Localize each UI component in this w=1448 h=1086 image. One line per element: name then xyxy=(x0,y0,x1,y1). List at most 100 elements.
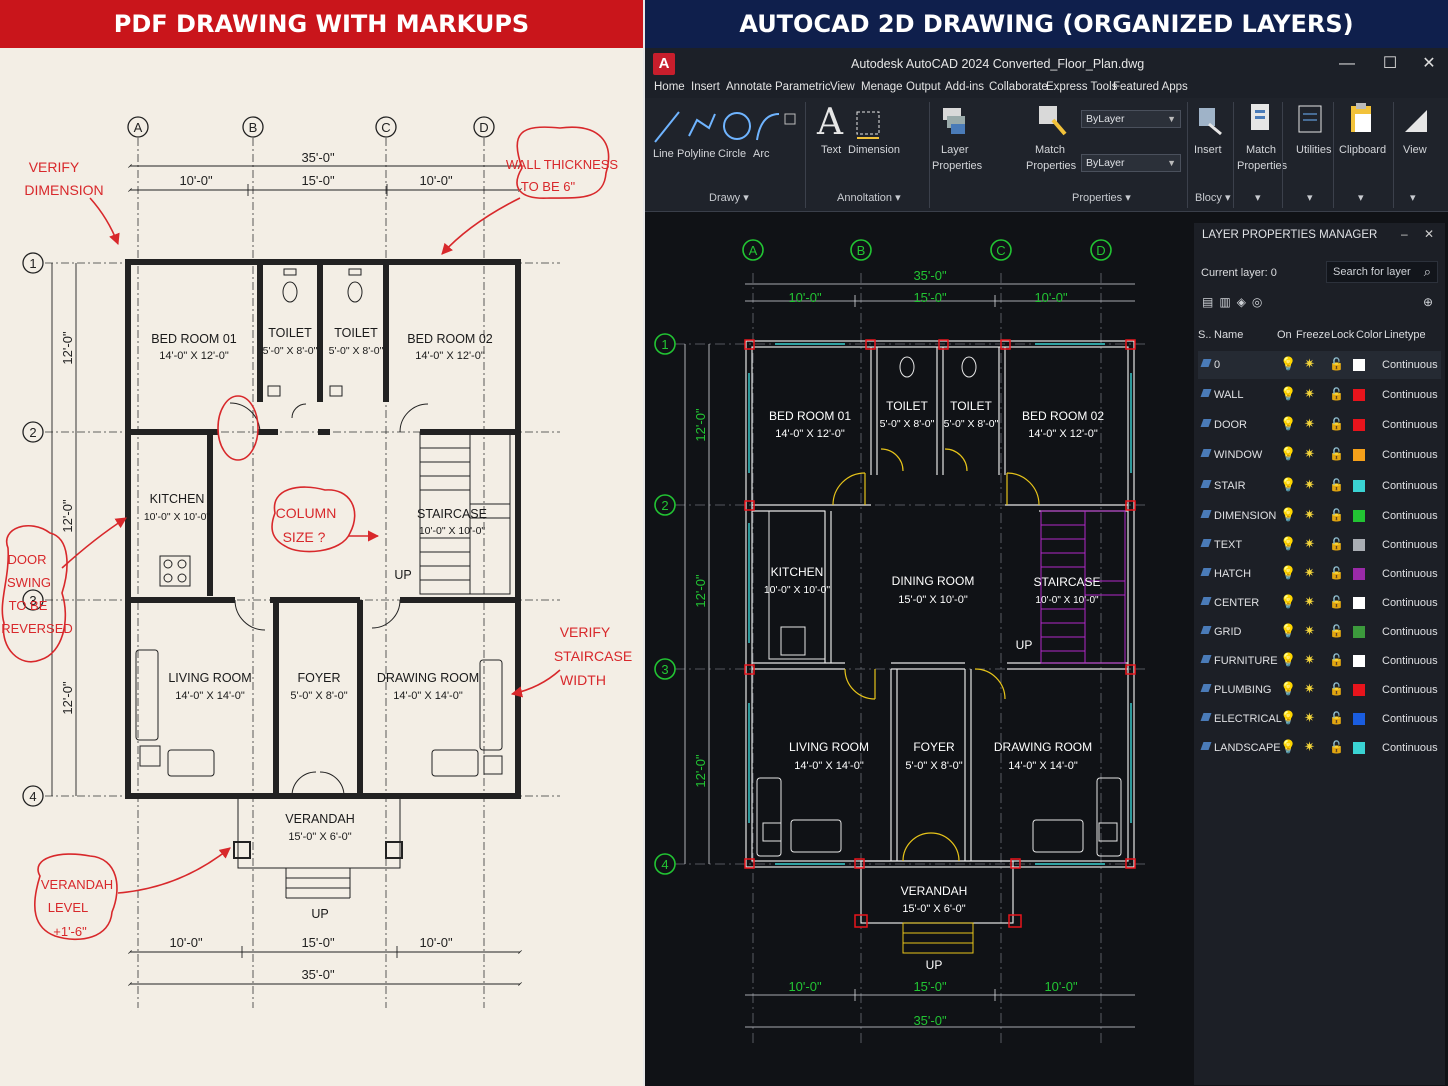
sun-icon[interactable]: ✷ xyxy=(1304,446,1315,462)
unlock-icon[interactable]: 🔓 xyxy=(1329,447,1344,461)
lightbulb-icon[interactable]: 💡 xyxy=(1280,739,1296,755)
tab-collaborate[interactable]: Collaborate xyxy=(989,81,1048,93)
col-lock[interactable]: Lock xyxy=(1331,329,1354,341)
layer-properties-button-1[interactable]: Layer xyxy=(941,144,969,156)
col-freeze[interactable]: Freeze xyxy=(1296,329,1330,341)
match-properties-button-1[interactable]: Match xyxy=(1035,144,1065,156)
tab-insert[interactable]: Insert xyxy=(691,81,720,93)
unlock-icon[interactable]: 🔓 xyxy=(1329,478,1344,492)
sun-icon[interactable]: ✷ xyxy=(1304,565,1315,581)
refresh-icon[interactable]: ⊕ xyxy=(1423,295,1433,309)
lightbulb-icon[interactable]: 💡 xyxy=(1280,623,1296,639)
layer-row[interactable]: DIMENSION 💡 ✷ 🔓 Continuous xyxy=(1198,502,1441,530)
layer-row[interactable]: GRID 💡 ✷ 🔓 Continuous xyxy=(1198,618,1441,646)
close-button[interactable]: ✕ xyxy=(1417,54,1441,74)
set-current-icon[interactable]: ◎ xyxy=(1252,295,1268,309)
layer-row[interactable]: TEXT 💡 ✷ 🔓 Continuous xyxy=(1198,531,1441,559)
lightbulb-icon[interactable]: 💡 xyxy=(1280,507,1296,523)
unlock-icon[interactable]: 🔓 xyxy=(1329,653,1344,667)
layer-color-swatch[interactable] xyxy=(1353,568,1365,580)
chevron-down-icon[interactable]: ▾ xyxy=(1410,191,1416,204)
draw-group-label[interactable]: Drawy ▾ xyxy=(709,191,749,204)
layer-color-swatch[interactable] xyxy=(1353,713,1365,725)
layer-linetype[interactable]: Continuous xyxy=(1382,742,1438,754)
layer-linetype[interactable]: Continuous xyxy=(1382,480,1438,492)
sun-icon[interactable]: ✷ xyxy=(1304,623,1315,639)
lightbulb-icon[interactable]: 💡 xyxy=(1280,356,1296,372)
unlock-icon[interactable]: 🔓 xyxy=(1329,508,1344,522)
match-properties-2-button-1[interactable]: Match xyxy=(1246,144,1276,156)
layer-row[interactable]: LANDSCAPE 💡 ✷ 🔓 Continuous xyxy=(1198,734,1441,762)
layer-row[interactable]: STAIR 💡 ✷ 🔓 Continuous xyxy=(1198,472,1441,500)
col-name[interactable]: Name xyxy=(1214,329,1243,341)
tab-parametric[interactable]: Parametric xyxy=(775,81,831,93)
view-button[interactable]: View xyxy=(1403,144,1427,156)
sun-icon[interactable]: ✷ xyxy=(1304,739,1315,755)
layer-color-swatch[interactable] xyxy=(1353,419,1365,431)
maximize-button[interactable]: ☐ xyxy=(1378,54,1402,74)
layer-row[interactable]: FURNITURE 💡 ✷ 🔓 Continuous xyxy=(1198,647,1441,675)
layer-linetype[interactable]: Continuous xyxy=(1382,419,1438,431)
sun-icon[interactable]: ✷ xyxy=(1304,416,1315,432)
layer-linetype[interactable]: Continuous xyxy=(1382,597,1438,609)
annotation-group-label[interactable]: Annoltation ▾ xyxy=(837,191,901,204)
tab-output[interactable]: Output xyxy=(906,81,941,93)
layer-color-swatch[interactable] xyxy=(1353,480,1365,492)
layer-color-swatch[interactable] xyxy=(1353,389,1365,401)
lineweight-dropdown[interactable]: ByLayer ▼ xyxy=(1081,154,1181,172)
layer-linetype[interactable]: Continuous xyxy=(1382,713,1438,725)
lightbulb-icon[interactable]: 💡 xyxy=(1280,652,1296,668)
sun-icon[interactable]: ✷ xyxy=(1304,536,1315,552)
unlock-icon[interactable]: 🔓 xyxy=(1329,740,1344,754)
lightbulb-icon[interactable]: 💡 xyxy=(1280,536,1296,552)
layer-color-swatch[interactable] xyxy=(1353,359,1365,371)
layer-linetype[interactable]: Continuous xyxy=(1382,568,1438,580)
sun-icon[interactable]: ✷ xyxy=(1304,356,1315,372)
chevron-down-icon[interactable]: ▾ xyxy=(1358,191,1364,204)
autocad-logo-icon[interactable]: A xyxy=(653,53,675,75)
line-button[interactable]: Line xyxy=(653,148,674,160)
properties-group-label[interactable]: Properties ▾ xyxy=(1072,191,1131,204)
unlock-icon[interactable]: 🔓 xyxy=(1329,387,1344,401)
layer-linetype[interactable]: Continuous xyxy=(1382,389,1438,401)
tab-addins[interactable]: Add-ins xyxy=(945,81,984,93)
col-linetype[interactable]: Linetype xyxy=(1384,329,1426,341)
sun-icon[interactable]: ✷ xyxy=(1304,507,1315,523)
tab-featured-apps[interactable]: Featured Apps xyxy=(1113,81,1188,93)
lightbulb-icon[interactable]: 💡 xyxy=(1280,565,1296,581)
col-color[interactable]: Color xyxy=(1356,329,1382,341)
lightbulb-icon[interactable]: 💡 xyxy=(1280,594,1296,610)
circle-button[interactable]: Circle xyxy=(718,148,746,160)
unlock-icon[interactable]: 🔓 xyxy=(1329,417,1344,431)
lightbulb-icon[interactable]: 💡 xyxy=(1280,681,1296,697)
dimension-button[interactable]: Dimension xyxy=(848,144,900,156)
tab-manage[interactable]: Menage xyxy=(861,81,903,93)
layer-linetype[interactable]: Continuous xyxy=(1382,539,1438,551)
lightbulb-icon[interactable]: 💡 xyxy=(1280,710,1296,726)
lightbulb-icon[interactable]: 💡 xyxy=(1280,416,1296,432)
layer-color-swatch[interactable] xyxy=(1353,684,1365,696)
sun-icon[interactable]: ✷ xyxy=(1304,681,1315,697)
layer-linetype[interactable]: Continuous xyxy=(1382,684,1438,696)
layer-row[interactable]: 0 💡 ✷ 🔓 Continuous xyxy=(1198,351,1441,379)
delete-layer-icon[interactable]: ◈ xyxy=(1237,295,1252,309)
chevron-down-icon[interactable]: ▾ xyxy=(1255,191,1261,204)
lightbulb-icon[interactable]: 💡 xyxy=(1280,386,1296,402)
color-dropdown[interactable]: ByLayer ▼ xyxy=(1081,110,1181,128)
col-on[interactable]: On xyxy=(1277,329,1292,341)
clipboard-button[interactable]: Clipboard xyxy=(1339,144,1386,156)
col-status[interactable]: S.. xyxy=(1198,329,1211,341)
new-layer-icon[interactable]: ▤ xyxy=(1202,295,1219,309)
layer-color-swatch[interactable] xyxy=(1353,655,1365,667)
layer-color-swatch[interactable] xyxy=(1353,742,1365,754)
layer-linetype[interactable]: Continuous xyxy=(1382,655,1438,667)
layer-linetype[interactable]: Continuous xyxy=(1382,510,1438,522)
tab-view[interactable]: View xyxy=(830,81,855,93)
tab-express-tools[interactable]: Express Tools xyxy=(1046,81,1117,93)
layer-row[interactable]: HATCH 💡 ✷ 🔓 Continuous xyxy=(1198,560,1441,588)
block-group-label[interactable]: Blocy ▾ xyxy=(1195,191,1230,204)
model-space[interactable]: A B C D 1 2 3 4 35'-0" 10'-0" 15'-0" 10'… xyxy=(645,223,1192,1085)
text-button[interactable]: Text xyxy=(821,144,841,156)
layer-linetype[interactable]: Continuous xyxy=(1382,626,1438,638)
lightbulb-icon[interactable]: 💡 xyxy=(1280,477,1296,493)
